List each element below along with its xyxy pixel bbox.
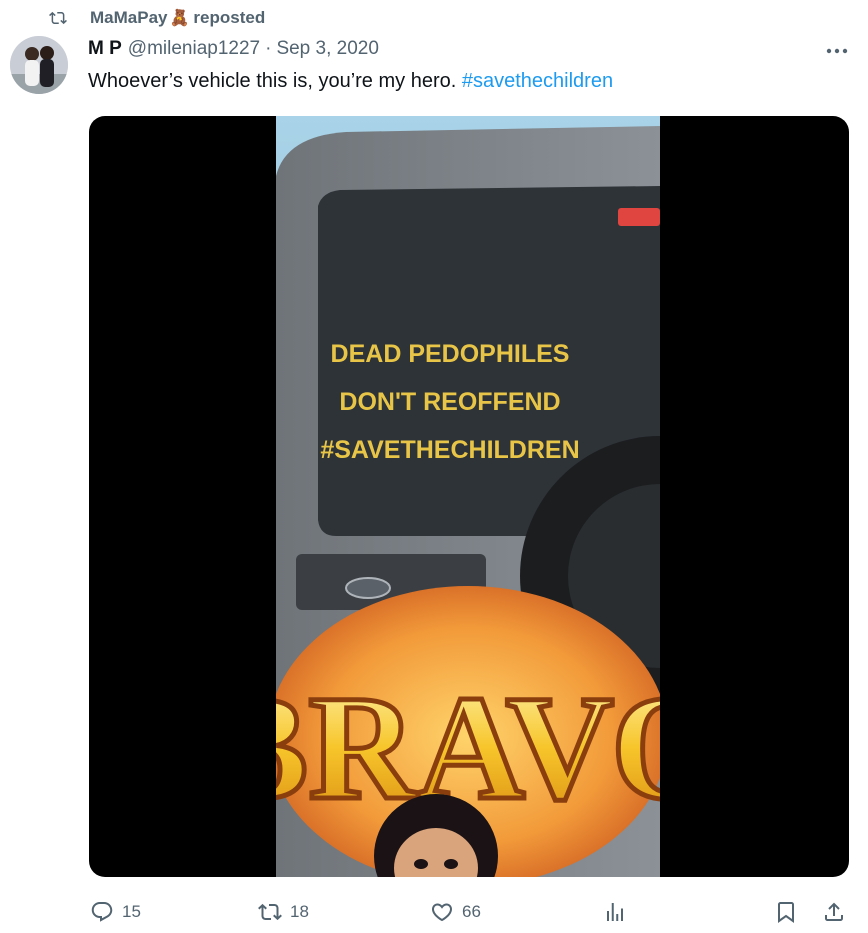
views-chart-icon [607, 903, 623, 921]
repost-label: reposted [193, 8, 266, 27]
display-name[interactable]: M P [88, 38, 122, 60]
decal-line-1: DEAD PEDOPHILES [331, 340, 570, 368]
tweet-text: Whoever’s vehicle this is, you’re my her… [88, 70, 613, 93]
share-icon [825, 902, 843, 921]
like-count: 66 [462, 902, 481, 921]
repost-icon [258, 903, 282, 921]
reply-count: 15 [122, 902, 141, 921]
repost-count: 18 [290, 902, 309, 921]
avatar-image [10, 36, 68, 94]
repost-button[interactable]: 18 [258, 894, 309, 930]
heart-icon [431, 903, 453, 922]
repost-user[interactable]: MaMaPay [90, 8, 167, 28]
decal-line-2: DON'T REOFFEND [339, 388, 560, 416]
tweet-header: M P @mileniap1227 · Sep 3, 2020 [88, 38, 379, 60]
tweet-body: Whoever’s vehicle this is, you’re my her… [88, 70, 462, 92]
reply-icon [91, 902, 113, 922]
video-media[interactable]: DEAD PEDOPHILES DON'T REOFFEND #SAVETHEC… [89, 116, 849, 877]
repost-icon [49, 11, 67, 25]
video-frame: DEAD PEDOPHILES DON'T REOFFEND #SAVETHEC… [276, 116, 660, 877]
action-bar: 15 18 66 [0, 894, 868, 930]
reply-button[interactable]: 15 [90, 894, 141, 930]
decal-line-3: #SAVETHECHILDREN [320, 436, 579, 464]
share-button[interactable] [822, 894, 854, 930]
handle[interactable]: @mileniap1227 [128, 38, 260, 60]
separator-dot: · [265, 38, 272, 59]
repost-indicator[interactable]: MaMaPay 🧸 reposted [48, 6, 265, 30]
more-options-icon[interactable] [824, 42, 850, 60]
bookmark-button[interactable] [774, 894, 806, 930]
hashtag-link[interactable]: #savethechildren [462, 70, 613, 92]
teddy-bear-emoji: 🧸 [169, 10, 190, 27]
avatar[interactable] [10, 36, 68, 94]
like-button[interactable]: 66 [430, 894, 481, 930]
views-button[interactable] [603, 894, 635, 930]
timestamp[interactable]: Sep 3, 2020 [276, 38, 378, 60]
bookmark-icon [778, 902, 794, 923]
